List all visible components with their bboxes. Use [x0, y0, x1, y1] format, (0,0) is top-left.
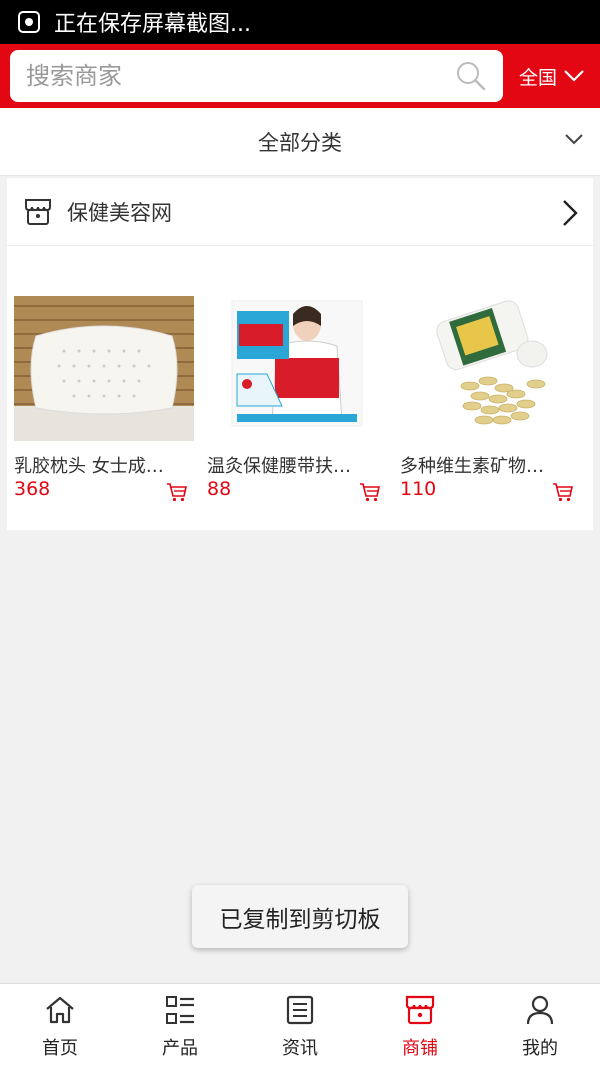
tab-products[interactable]: 产品 — [120, 984, 240, 1067]
cart-icon[interactable] — [166, 482, 188, 502]
home-icon — [46, 996, 74, 1024]
product-image-warm-belt[interactable] — [207, 296, 387, 441]
tab-me[interactable]: 我的 — [480, 984, 600, 1067]
search-icon[interactable] — [455, 60, 487, 92]
status-bar: 正在保存屏幕截图... — [0, 0, 600, 44]
region-selector[interactable]: 全国 — [519, 63, 585, 90]
search-box[interactable] — [10, 50, 503, 102]
store-header[interactable]: 保健美容网 — [7, 178, 593, 246]
tab-label: 资讯 — [282, 1038, 318, 1059]
chevron-right-icon[interactable] — [561, 198, 579, 228]
product-name[interactable]: 温灸保健腰带扶… — [207, 452, 377, 478]
tab-label: 产品 — [162, 1038, 198, 1059]
toast-text: 已复制到剪切板 — [219, 906, 381, 933]
store-name: 保健美容网 — [67, 200, 172, 225]
bottom-tab-bar: 首页 产品 资讯 商铺 我的 — [0, 983, 600, 1067]
toast-message: 已复制到剪切板 — [192, 885, 408, 948]
tab-store[interactable]: 商铺 — [360, 984, 480, 1067]
product-card[interactable]: 温灸保健腰带扶… 88 — [207, 246, 387, 530]
product-card[interactable]: 多种维生素矿物… 110 — [400, 246, 580, 530]
cart-icon[interactable] — [552, 482, 574, 502]
tab-home[interactable]: 首页 — [0, 984, 120, 1067]
region-label: 全国 — [519, 66, 558, 89]
product-image-latex-pillow[interactable] — [14, 296, 194, 441]
tab-label: 我的 — [522, 1038, 558, 1059]
product-name[interactable]: 多种维生素矿物… — [400, 452, 570, 478]
shop-icon — [25, 198, 51, 225]
screenshot-icon — [18, 11, 40, 33]
chevron-down-icon — [564, 70, 584, 82]
product-price: 88 — [207, 478, 232, 500]
status-text: 正在保存屏幕截图... — [54, 12, 251, 37]
category-filter[interactable]: 全部分类 — [0, 108, 600, 176]
user-icon — [526, 995, 554, 1025]
search-input[interactable] — [10, 62, 430, 90]
chevron-down-icon — [565, 134, 583, 145]
tab-news[interactable]: 资讯 — [240, 984, 360, 1067]
store-icon — [405, 995, 435, 1025]
news-icon — [286, 995, 314, 1025]
product-price: 368 — [14, 478, 51, 500]
product-price: 110 — [400, 478, 437, 500]
product-card[interactable]: 乳胶枕头 女士成… 368 — [14, 246, 194, 530]
product-image-vitamin-bottle[interactable] — [400, 296, 580, 441]
product-list-icon — [166, 996, 194, 1024]
tab-label: 首页 — [42, 1038, 78, 1059]
cart-icon[interactable] — [359, 482, 381, 502]
product-list: 乳胶枕头 女士成… 368 温灸保健腰带扶… 88 多种维生素矿物… 110 — [7, 246, 593, 530]
store-card: 保健美容网 乳胶枕头 女士成… 368 温灸保健腰带扶… 88 多种维生素矿物…… — [7, 178, 593, 530]
category-label: 全部分类 — [258, 130, 342, 155]
header: 全国 — [0, 44, 600, 108]
tab-label: 商铺 — [402, 1038, 438, 1059]
product-name[interactable]: 乳胶枕头 女士成… — [14, 452, 184, 478]
